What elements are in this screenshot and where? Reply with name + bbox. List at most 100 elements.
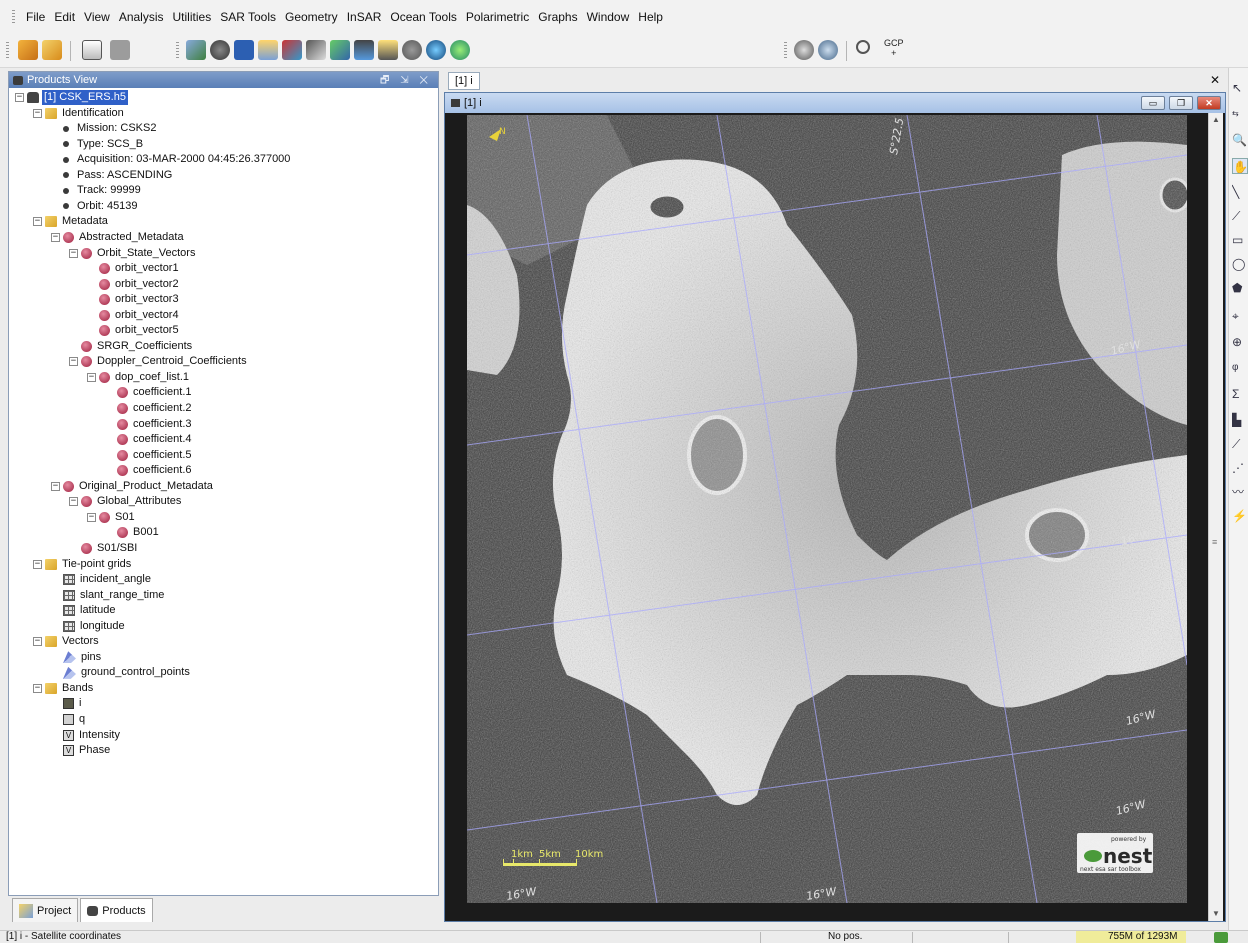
- collapse-toggle-icon[interactable]: −: [33, 559, 42, 569]
- sar-image[interactable]: S°22.5 16°W 16°W 16°W 16°W 16°W 16°W N 1: [467, 115, 1187, 903]
- scroll-down-icon[interactable]: ▼: [1209, 907, 1223, 921]
- tree-node[interactable]: V Phase: [51, 743, 112, 758]
- menu-utilities[interactable]: Utilities: [173, 10, 212, 24]
- menubar-grip[interactable]: [12, 10, 15, 24]
- collapse-toggle-icon[interactable]: −: [15, 93, 24, 102]
- tree-node[interactable]: Pass: ASCENDING: [51, 168, 174, 183]
- batch-processing-icon[interactable]: [282, 40, 302, 60]
- tree-node[interactable]: Type: SCS_B: [51, 137, 145, 152]
- archive-icon[interactable]: [402, 40, 422, 60]
- scroll-thumb-grip[interactable]: ≡: [1212, 537, 1217, 547]
- ellipse-tool-icon[interactable]: ◯: [1232, 256, 1248, 272]
- vertical-scrollbar[interactable]: ▲ ≡ ▼: [1208, 113, 1223, 921]
- pin-manager-icon[interactable]: [856, 40, 870, 54]
- restore-button[interactable]: ❐: [1169, 96, 1193, 110]
- tree-node[interactable]: S01/SBI: [69, 541, 139, 556]
- menu-analysis[interactable]: Analysis: [119, 10, 164, 24]
- tree-node[interactable]: − [1] CSK_ERS.h5: [15, 90, 128, 105]
- zoom-tool-icon[interactable]: 🔍: [1232, 132, 1248, 148]
- collapse-toggle-icon[interactable]: −: [69, 357, 78, 367]
- tree-node[interactable]: V Intensity: [51, 728, 122, 743]
- subset-icon[interactable]: [234, 40, 254, 60]
- world-map-icon[interactable]: [450, 40, 470, 60]
- calibration-icon[interactable]: [306, 40, 326, 60]
- geo-location-icon[interactable]: φ: [1232, 360, 1248, 376]
- tree-node[interactable]: − Vectors: [33, 634, 101, 649]
- close-document-icon[interactable]: ✕: [1210, 73, 1220, 87]
- tree-node[interactable]: SRGR_Coefficients: [69, 339, 194, 354]
- tree-node[interactable]: Mission: CSKS2: [51, 121, 158, 136]
- tree-node[interactable]: − Tie-point grids: [33, 557, 133, 572]
- gcp-manager-icon[interactable]: GCP +: [884, 38, 904, 58]
- tree-node[interactable]: − Abstracted_Metadata: [51, 230, 186, 245]
- open-product-icon[interactable]: [18, 40, 38, 60]
- rectangle-tool-icon[interactable]: ▭: [1232, 232, 1248, 248]
- menu-polarimetric[interactable]: Polarimetric: [466, 10, 529, 24]
- graph-builder-icon[interactable]: [258, 40, 278, 60]
- tree-node[interactable]: coefficient.5: [105, 448, 194, 463]
- collapse-toggle-icon[interactable]: −: [33, 108, 42, 118]
- tab-image-view[interactable]: [1] i: [448, 72, 480, 90]
- import-raster-icon[interactable]: [42, 40, 62, 60]
- user-icon[interactable]: [354, 40, 374, 60]
- tree-node[interactable]: − dop_coef_list.1: [87, 370, 191, 385]
- collapse-toggle-icon[interactable]: −: [69, 497, 78, 507]
- terrain-icon[interactable]: [330, 40, 350, 60]
- tree-node[interactable]: − Metadata: [33, 214, 110, 229]
- pan-tool-icon[interactable]: ✋: [1232, 158, 1248, 174]
- tab-project[interactable]: Project: [12, 898, 79, 922]
- collapse-toggle-icon[interactable]: −: [51, 481, 60, 491]
- tree-node[interactable]: ground_control_points: [51, 665, 192, 680]
- menu-window[interactable]: Window: [587, 10, 630, 24]
- tree-node[interactable]: orbit_vector4: [87, 308, 181, 323]
- pin-tool-icon[interactable]: ⌖: [1232, 308, 1248, 324]
- polygon-tool-icon[interactable]: ⬟: [1232, 280, 1248, 296]
- line-tool-icon[interactable]: ╲: [1232, 184, 1248, 200]
- tree-node[interactable]: orbit_vector3: [87, 292, 181, 307]
- magic-wand-icon[interactable]: ⚡: [1232, 508, 1248, 524]
- tree-node[interactable]: Track: 99999: [51, 183, 143, 198]
- close-product-icon[interactable]: [82, 40, 102, 60]
- gcp-tool-icon[interactable]: ⊕: [1232, 334, 1248, 350]
- menu-insar[interactable]: InSAR: [347, 10, 382, 24]
- tree-node[interactable]: incident_angle: [51, 572, 153, 587]
- tree-node[interactable]: − Orbit_State_Vectors: [69, 246, 197, 261]
- product-library-icon[interactable]: [378, 40, 398, 60]
- menu-ocean-tools[interactable]: Ocean Tools: [390, 10, 457, 24]
- tree-node[interactable]: − Global_Attributes: [69, 494, 183, 509]
- tree-node[interactable]: − Bands: [33, 681, 95, 696]
- collapse-toggle-icon[interactable]: −: [33, 683, 42, 693]
- globe-icon[interactable]: [426, 40, 446, 60]
- tree-node[interactable]: − Doppler_Centroid_Coefficients: [69, 354, 249, 369]
- tab-products[interactable]: Products: [80, 898, 153, 922]
- tree-node[interactable]: q: [51, 712, 87, 727]
- tree-node[interactable]: Acquisition: 03-MAR-2000 04:45:26.377000: [51, 152, 292, 167]
- tree-node[interactable]: longitude: [51, 619, 127, 634]
- tree-node[interactable]: coefficient.1: [105, 385, 194, 400]
- collapse-toggle-icon[interactable]: −: [87, 512, 96, 522]
- collapse-toggle-icon[interactable]: −: [69, 248, 78, 258]
- tree-node[interactable]: i: [51, 696, 83, 711]
- collapse-toggle-icon[interactable]: −: [51, 232, 60, 242]
- scatter-plot-icon[interactable]: ⋰: [1232, 460, 1248, 476]
- collapse-toggle-icon[interactable]: −: [33, 637, 42, 647]
- tree-node[interactable]: coefficient.2: [105, 401, 194, 416]
- spectrum-icon[interactable]: 〰: [1232, 484, 1248, 500]
- save-product-icon[interactable]: [110, 40, 130, 60]
- tree-node[interactable]: coefficient.6: [105, 463, 194, 478]
- histogram-icon[interactable]: ▙: [1232, 412, 1248, 428]
- collapse-toggle-icon[interactable]: −: [33, 217, 42, 227]
- menu-edit[interactable]: Edit: [54, 10, 75, 24]
- collapse-toggle-icon[interactable]: −: [87, 372, 96, 382]
- tree-node[interactable]: coefficient.3: [105, 417, 194, 432]
- gc-icon[interactable]: [1214, 932, 1228, 943]
- sar-image-canvas[interactable]: S°22.5 16°W 16°W 16°W 16°W 16°W 16°W N 1: [467, 115, 1187, 903]
- memory-indicator[interactable]: 755M of 1293M: [1076, 931, 1186, 943]
- tree-node[interactable]: slant_range_time: [51, 588, 166, 603]
- tree-node[interactable]: orbit_vector2: [87, 277, 181, 292]
- tree-node[interactable]: pins: [51, 650, 103, 665]
- tree-node[interactable]: coefficient.4: [105, 432, 194, 447]
- tree-node[interactable]: Orbit: 45139: [51, 199, 140, 214]
- multi-settings-icon[interactable]: [818, 40, 838, 60]
- menu-sar-tools[interactable]: SAR Tools: [220, 10, 276, 24]
